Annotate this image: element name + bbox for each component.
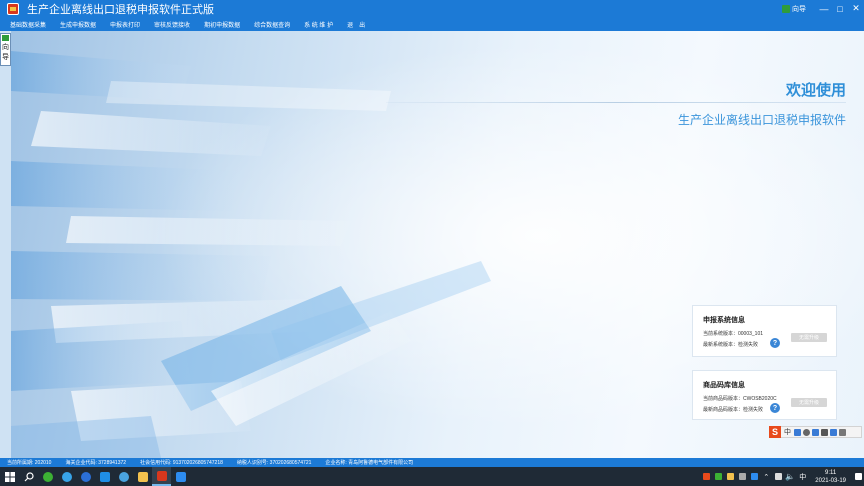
toolbox-icon[interactable] <box>839 428 846 436</box>
menu-bar: 基础数据采集 生成申报数据 申报表打印 审核反馈接收 期初申报数据 综合数据查询… <box>0 17 864 31</box>
menu-feedback[interactable]: 审核反馈接收 <box>154 20 190 29</box>
keyboard-icon[interactable] <box>821 428 828 436</box>
code-upgrade-button[interactable]: 无需升级 <box>791 398 827 407</box>
tray-icon-2[interactable] <box>712 467 724 486</box>
status-taxpayer-id: 纳税人识别号: 370202680574721 <box>236 460 312 466</box>
flag-icon <box>2 35 9 41</box>
guide-char-2: 导 <box>2 54 9 61</box>
clock-time: 9:11 <box>825 469 837 476</box>
guide-char-1: 向 <box>2 44 9 51</box>
menu-print-forms[interactable]: 申报表打印 <box>110 20 140 29</box>
wechat-tray-icon <box>714 473 722 480</box>
welcome-subtitle: 生产企业离线出口退税申报软件 <box>677 113 846 127</box>
search-button[interactable] <box>19 467 38 486</box>
main-area: 欢迎使用 生产企业离线出口退税申报软件 申报系统信息 当前系统版本：00003_… <box>11 31 864 458</box>
maximize-button[interactable]: □ <box>832 0 848 17</box>
taskbar-app-browser[interactable] <box>76 467 95 486</box>
app-title: 生产企业离线出口退税申报软件正式版 <box>27 3 214 16</box>
video-icon <box>175 471 186 482</box>
guide-mini-label: 向导 <box>792 5 806 13</box>
minimize-button[interactable]: — <box>816 0 832 17</box>
taskbar-app-shield[interactable] <box>95 467 114 486</box>
guide-tab[interactable]: 向 导 <box>0 33 11 66</box>
system-info-card: 申报系统信息 当前系统版本：00003_101 最新系统版本：检测失败 ? 无需… <box>692 305 837 357</box>
close-button[interactable]: ✕ <box>848 0 864 17</box>
status-credit-code: 社会信用代码: 913702026805747218 <box>140 460 223 466</box>
notification-button[interactable] <box>852 467 864 486</box>
code-info-title: 商品码库信息 <box>703 382 745 389</box>
menu-maintenance[interactable]: 系 统 维 护 <box>304 20 333 29</box>
menu-generate-data[interactable]: 生成申报数据 <box>60 20 96 29</box>
app-tray-icon <box>750 473 758 480</box>
tray-icon-4[interactable] <box>736 467 748 486</box>
taskbar: ⌃ 🔈 中 9:11 2021-03-19 <box>0 467 864 486</box>
tray-icon-1[interactable] <box>700 467 712 486</box>
browser-icon <box>80 471 91 482</box>
system-tray: ⌃ 🔈 中 9:11 2021-03-19 <box>700 467 864 486</box>
input-language[interactable]: 中 <box>796 472 809 482</box>
app-icon <box>7 2 19 15</box>
search-icon <box>24 471 34 481</box>
sogou-logo-icon[interactable]: S <box>769 426 781 438</box>
chevron-up-icon: ⌃ <box>763 473 770 481</box>
tray-icon-5[interactable] <box>748 467 760 486</box>
code-latest-version: 最新商品码版本：检测失败 <box>703 407 764 413</box>
status-bar: 当前所属期: 202010 海关企业代码: 3728941372 社会信用代码:… <box>0 458 864 467</box>
taskbar-app-tax[interactable] <box>152 467 171 486</box>
punctuation-icon[interactable] <box>794 428 801 436</box>
network-icon <box>774 473 782 480</box>
app-tray-icon <box>738 473 746 480</box>
chat-icon <box>61 471 72 482</box>
system-current-version: 当前系统版本：00003_101 <box>703 331 764 337</box>
notification-icon <box>854 473 862 480</box>
taskbar-app-meeting[interactable] <box>171 467 190 486</box>
taskbar-app-chat[interactable] <box>57 467 76 486</box>
ime-language[interactable]: 中 <box>784 427 791 437</box>
volume-icon: 🔈 <box>785 472 796 481</box>
flag-icon <box>782 4 790 13</box>
start-button[interactable] <box>0 467 19 486</box>
menu-initial-data[interactable]: 期初申报数据 <box>204 20 240 29</box>
taskbar-app-explorer[interactable] <box>133 467 152 486</box>
system-latest-version: 最新系统版本：检测失败 <box>703 342 759 348</box>
clock-date: 2021-03-19 <box>815 477 846 484</box>
menu-basic-data[interactable]: 基础数据采集 <box>10 20 46 29</box>
system-info-title: 申报系统信息 <box>703 317 745 324</box>
help-icon[interactable]: ? <box>770 403 780 413</box>
taskbar-app-wechat[interactable] <box>38 467 57 486</box>
status-company-name: 企业名称: 青岛阿鲁德电气部件有限公司 <box>325 460 414 466</box>
tray-icon-3[interactable] <box>724 467 736 486</box>
tax-app-icon <box>156 470 167 481</box>
tray-chevron[interactable]: ⌃ <box>760 467 772 486</box>
status-customs-code: 海关企业代码: 3728941372 <box>65 460 127 466</box>
welcome-divider <box>386 102 846 103</box>
help-icon[interactable]: ? <box>770 338 780 348</box>
sogou-tray-icon <box>702 473 710 480</box>
welcome-title: 欢迎使用 <box>785 82 846 99</box>
title-bar: 生产企业离线出口退税申报软件正式版 向导 — □ ✕ <box>0 0 864 17</box>
menu-exit[interactable]: 退 出 <box>347 20 365 29</box>
emoji-icon[interactable] <box>803 428 810 436</box>
app-tray-icon <box>726 473 734 480</box>
windows-icon <box>4 471 15 482</box>
wechat-icon <box>42 471 53 482</box>
edge-icon <box>118 471 129 482</box>
code-current-version: 当前商品码版本：CWOSB2020C <box>703 396 777 402</box>
guide-mini-button[interactable]: 向导 <box>782 4 806 14</box>
volume-button[interactable]: 🔈 <box>784 467 796 486</box>
clock[interactable]: 9:11 2021-03-19 <box>809 467 852 486</box>
menu-query[interactable]: 综合数据查询 <box>254 20 290 29</box>
status-period: 当前所属期: 202010 <box>7 460 52 466</box>
skin-icon[interactable] <box>830 428 837 436</box>
code-info-card: 商品码库信息 当前商品码版本：CWOSB2020C 最新商品码版本：检测失败 ?… <box>692 370 837 420</box>
system-upgrade-button[interactable]: 无需升级 <box>791 333 827 342</box>
taskbar-app-edge[interactable] <box>114 467 133 486</box>
folder-icon <box>137 471 148 482</box>
shield-icon <box>99 471 110 482</box>
ime-toolbar[interactable]: S 中 <box>769 426 862 438</box>
microphone-icon[interactable] <box>812 428 819 436</box>
network-button[interactable] <box>772 467 784 486</box>
